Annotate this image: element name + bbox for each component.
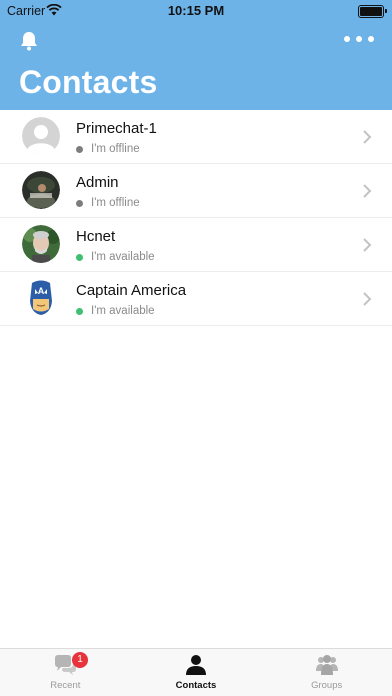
- dot: [356, 36, 362, 42]
- chevron-right-icon: [363, 292, 372, 306]
- offline-status-dot: [76, 199, 83, 207]
- dot: [344, 36, 350, 42]
- contact-name: Primechat-1: [76, 120, 157, 137]
- svg-text:A: A: [38, 286, 45, 296]
- contact-row-primechat[interactable]: Primechat-1 I'm offline: [0, 110, 392, 164]
- status-text: I'm available: [91, 251, 155, 263]
- group-icon: [315, 655, 338, 675]
- contact-status: I'm available: [76, 251, 155, 263]
- contact-status: I'm available: [76, 305, 155, 317]
- tab-label: Groups: [311, 680, 343, 691]
- contacts-list: Primechat-1 I'm offline Admin I'm offlin…: [0, 110, 392, 326]
- status-text: I'm offline: [91, 197, 140, 209]
- contact-status: I'm offline: [76, 143, 140, 155]
- status-text: I'm offline: [91, 143, 140, 155]
- header-bar: Carrier 10:15 PM Contacts: [0, 0, 392, 110]
- chevron-right-icon: [363, 130, 372, 144]
- dot: [368, 36, 374, 42]
- bell-icon[interactable]: [18, 30, 40, 52]
- contact-name: Hcnet: [76, 228, 116, 245]
- avatar-photo-admin: [22, 171, 60, 209]
- offline-status-dot: [76, 145, 83, 153]
- contact-row-hcnet[interactable]: Hcnet I'm available: [0, 218, 392, 272]
- contact-status: I'm offline: [76, 197, 140, 209]
- page-title: Contacts: [19, 64, 158, 100]
- avatar-captain-america: A: [22, 279, 60, 317]
- tab-groups[interactable]: Groups: [261, 649, 392, 696]
- chevron-right-icon: [363, 238, 372, 252]
- more-dots-icon[interactable]: [344, 33, 376, 45]
- contact-row-admin[interactable]: Admin I'm offline: [0, 164, 392, 218]
- avatar-default: [22, 117, 60, 155]
- tab-contacts[interactable]: Contacts: [131, 649, 262, 696]
- contact-name: Admin: [76, 174, 119, 191]
- chevron-right-icon: [363, 184, 372, 198]
- available-status-dot: [76, 253, 83, 261]
- avatar-photo-hcnet: [22, 225, 60, 263]
- status-bar: Carrier 10:15 PM: [0, 0, 392, 22]
- clock: 10:15 PM: [167, 3, 225, 18]
- contact-name: Captain America: [76, 282, 187, 299]
- person-icon: [186, 655, 206, 675]
- tab-recent[interactable]: 1 Recent: [0, 649, 131, 696]
- battery-icon: [358, 5, 387, 18]
- tab-bar: 1 Recent Contacts Groups: [0, 648, 392, 696]
- unread-badge: 1: [72, 652, 88, 668]
- status-text: I'm available: [91, 305, 155, 317]
- tab-label: Contacts: [175, 680, 217, 691]
- available-status-dot: [76, 307, 83, 315]
- tab-label: Recent: [50, 680, 81, 691]
- contact-row-captain-america[interactable]: A Captain America I'm available: [0, 272, 392, 326]
